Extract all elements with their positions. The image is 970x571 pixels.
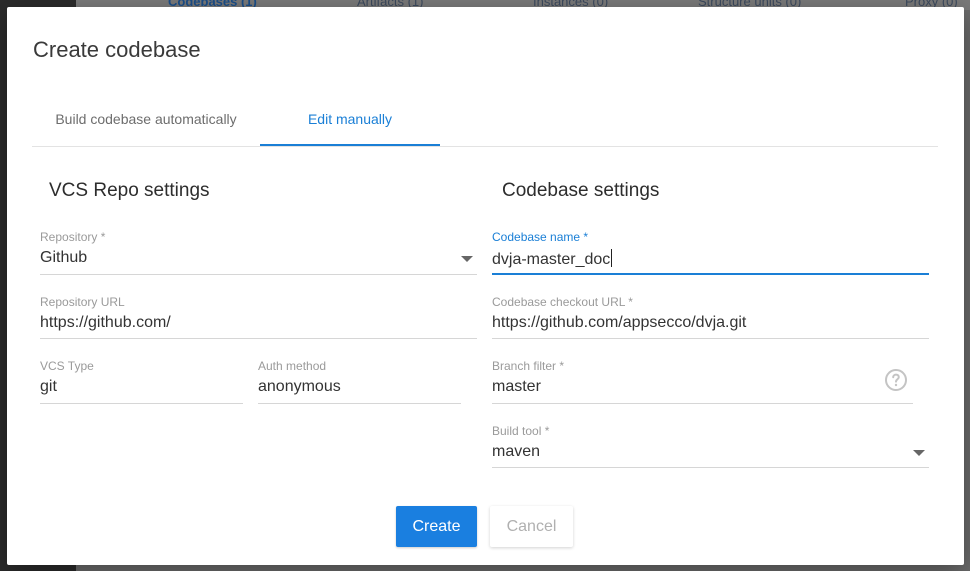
build-tool-select[interactable]: Build tool * maven bbox=[492, 424, 929, 468]
repository-url-underline bbox=[40, 338, 477, 339]
codebase-name-underline bbox=[492, 273, 929, 275]
checkout-url-label: Codebase checkout URL * bbox=[492, 295, 633, 309]
repository-label: Repository * bbox=[40, 230, 106, 244]
repository-url-value: https://github.com/ bbox=[40, 314, 171, 331]
create-codebase-dialog: Create codebase Build codebase automatic… bbox=[7, 7, 964, 565]
tab-edit-manually[interactable]: Edit manually bbox=[260, 97, 440, 146]
repository-underline bbox=[40, 274, 477, 275]
repository-url-label: Repository URL bbox=[40, 295, 125, 309]
text-caret bbox=[611, 249, 613, 267]
branch-filter-label: Branch filter * bbox=[492, 359, 565, 373]
build-tool-value: maven bbox=[492, 443, 541, 460]
vcs-type-value: git bbox=[40, 378, 57, 395]
dialog-tabs: Build codebase automatically Edit manual… bbox=[32, 97, 938, 147]
repository-url-field[interactable]: Repository URL https://github.com/ bbox=[40, 295, 477, 339]
chevron-down-icon bbox=[461, 256, 473, 262]
auth-method-value: anonymous bbox=[258, 378, 341, 395]
vcs-section-title: VCS Repo settings bbox=[49, 180, 210, 201]
branch-filter-value: master bbox=[492, 378, 541, 395]
branch-filter-underline bbox=[492, 403, 913, 404]
codebase-name-field[interactable]: Codebase name * dvja-master_doc bbox=[492, 230, 929, 275]
codebase-name-input[interactable]: dvja-master_doc bbox=[492, 249, 613, 269]
vcs-type-underline bbox=[40, 403, 243, 404]
repository-select[interactable]: Repository * Github bbox=[40, 230, 477, 275]
build-tool-underline bbox=[492, 467, 929, 468]
auth-method-field[interactable]: Auth method anonymous bbox=[258, 359, 461, 404]
checkout-url-value: https://github.com/appsecco/dvja.git bbox=[492, 314, 747, 331]
help-circle-icon[interactable] bbox=[884, 368, 908, 392]
build-tool-label: Build tool * bbox=[492, 424, 550, 438]
auth-method-label: Auth method bbox=[258, 359, 327, 373]
codebase-name-label: Codebase name * bbox=[492, 230, 589, 244]
tab-build-automatically[interactable]: Build codebase automatically bbox=[32, 97, 260, 146]
codebase-section-title: Codebase settings bbox=[502, 180, 660, 201]
vcs-type-field[interactable]: VCS Type git bbox=[40, 359, 243, 404]
chevron-down-icon bbox=[913, 450, 925, 456]
create-button[interactable]: Create bbox=[396, 506, 477, 547]
codebase-name-value: dvja-master_doc bbox=[492, 251, 611, 268]
vcs-type-label: VCS Type bbox=[40, 359, 94, 373]
auth-method-underline bbox=[258, 403, 461, 404]
repository-value: Github bbox=[40, 249, 88, 266]
cancel-button[interactable]: Cancel bbox=[490, 506, 573, 547]
checkout-url-field[interactable]: Codebase checkout URL * https://github.c… bbox=[492, 295, 929, 339]
active-tab-indicator bbox=[260, 144, 440, 146]
dialog-title: Create codebase bbox=[33, 37, 201, 62]
branch-filter-field[interactable]: Branch filter * master bbox=[492, 359, 913, 404]
checkout-url-underline bbox=[492, 338, 929, 339]
